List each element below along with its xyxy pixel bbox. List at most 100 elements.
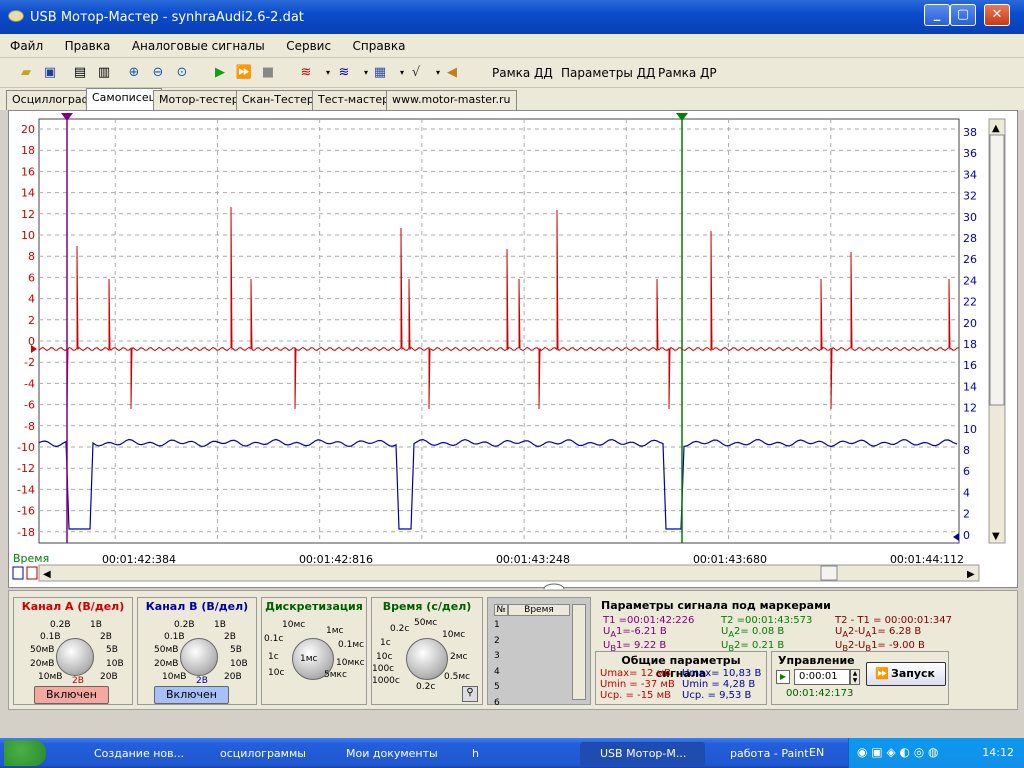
tab-scan-tester[interactable]: Скан-Тестер xyxy=(236,90,320,110)
right-tick-label: 2 xyxy=(963,508,970,521)
knob-label: 10мВ xyxy=(162,672,187,682)
channel-a-wave-icon[interactable]: ≋ xyxy=(296,63,316,83)
taskbar-item-documents[interactable]: Мои документы xyxy=(326,742,446,766)
tab-test-master[interactable]: Тест-мастер xyxy=(312,90,396,110)
knob-label: 0.2В xyxy=(50,620,71,630)
play-icon[interactable]: ▶ xyxy=(210,63,230,83)
search-icon[interactable]: ⚲ xyxy=(462,686,478,702)
zoom-dots-icon xyxy=(12,566,24,580)
channel-b-enable-button[interactable]: Включен xyxy=(154,686,229,704)
table-row[interactable]: 4 xyxy=(494,665,500,681)
calculator-icon[interactable]: ▦ xyxy=(370,63,390,83)
run-button[interactable]: ⏩ Запуск xyxy=(866,662,946,686)
knob-label: 10с xyxy=(268,668,285,678)
right-tick-label: 22 xyxy=(963,296,977,309)
save-icon[interactable]: ▣ xyxy=(40,63,60,83)
taskbar: Создание нов... осцилограммы Мои докумен… xyxy=(0,738,1024,768)
time-tick-label: 00:01:44:112 xyxy=(890,553,964,566)
tray-icons: ◉ ▣ ◈ ◐ ◎ ◍ xyxy=(857,745,939,759)
left-tick-label: 6 xyxy=(28,271,35,284)
maximize-button[interactable]: ▢ xyxy=(950,4,976,26)
minimize-button[interactable]: _ xyxy=(924,4,950,26)
tab-motor-tester[interactable]: Мотор-тестер xyxy=(153,90,245,110)
table-row[interactable]: 6 xyxy=(494,696,500,712)
start-button[interactable] xyxy=(4,740,46,766)
general-params-group: Общие параметры сигнала Umax= 12 мВ Umin… xyxy=(595,651,767,705)
close-button[interactable]: ✕ xyxy=(984,4,1010,26)
knob-label: 10В xyxy=(106,659,124,669)
taskbar-item-motor-master[interactable]: USB Мотор-М... xyxy=(580,742,705,766)
menu-analog[interactable]: Аналоговые сигналы xyxy=(132,34,265,58)
left-tick-label: -14 xyxy=(17,483,35,496)
oscilloscope-area[interactable]: 20 18 16 14 12 10 8 6 4 2 0 -2 -4 -6 -8 -10 -12 -14 -16 -18… xyxy=(8,110,1019,589)
table-row[interactable]: 5 xyxy=(494,680,500,696)
knob-label: 10мс xyxy=(282,620,306,630)
channel-b-group: Канал В (В/дел) 0.2В 1В 0.1В 2В 50мВ 5В … xyxy=(137,597,257,705)
tab-website[interactable]: www.motor-master.ru xyxy=(386,90,517,110)
stop-icon[interactable]: ■ xyxy=(258,63,278,83)
zoom-fit-icon[interactable]: ⊙ xyxy=(172,63,192,83)
knob-label: 20В xyxy=(224,672,242,682)
knob-label: 10В xyxy=(230,659,248,669)
fast-forward-icon[interactable]: ⏩ xyxy=(234,63,254,83)
taskbar-item-folder[interactable]: осцилограммы xyxy=(200,742,320,766)
knob-label: 5В xyxy=(106,645,118,655)
table-row[interactable]: 2 xyxy=(494,634,500,650)
knob-label: 20мВ xyxy=(154,659,179,669)
channel-a-scale-knob[interactable] xyxy=(56,638,94,676)
scroll-right-icon: ▶ xyxy=(967,569,975,580)
left-axis-ticks: 20181614121086420-2-4-6-8-10-12-14-16-18 xyxy=(17,123,35,539)
table-row[interactable]: 1 xyxy=(494,618,500,634)
taskbar-item-h[interactable]: h xyxy=(452,742,572,766)
params-dd-button[interactable]: Параметры ДД xyxy=(561,66,655,80)
knob-label: 0.1с xyxy=(264,634,284,644)
marker1-values: T1 =00:01:42:226 UA1=-6.21 В UB1= 9.22 В xyxy=(603,615,694,654)
tab-bar: Осциллограф Самописец Мотор-тестер Скан-… xyxy=(0,88,1024,110)
frame-dd-button[interactable]: Рамка ДД xyxy=(492,66,553,80)
time-spinner[interactable]: ▲ ▼ xyxy=(850,669,860,685)
step-play-icon[interactable]: ▶ xyxy=(776,670,790,684)
run-label: Запуск xyxy=(891,667,935,680)
knob-label: 20мВ xyxy=(30,659,55,669)
channel-b-scale-knob[interactable] xyxy=(180,638,218,676)
right-tick-label: 6 xyxy=(963,465,970,478)
menu-help[interactable]: Справка xyxy=(353,34,406,58)
channel-b-wave-icon[interactable]: ≋ xyxy=(334,63,354,83)
tab-recorder[interactable]: Самописец xyxy=(86,88,163,110)
taskbar-item-chrome[interactable]: Создание нов... xyxy=(74,742,194,766)
knob-label: 1мс xyxy=(326,626,344,636)
speaker-icon[interactable]: ◀ xyxy=(442,63,462,83)
timebase-knob[interactable] xyxy=(406,638,448,680)
knob-label: 1В xyxy=(214,620,226,630)
print-preview-icon[interactable]: ▤ xyxy=(70,63,90,83)
menu-service[interactable]: Сервис xyxy=(286,34,331,58)
table-scrollbar[interactable] xyxy=(572,604,586,700)
left-tick-label: 14 xyxy=(21,187,35,200)
menu-file[interactable]: Файл xyxy=(10,34,43,58)
knob-value: 1мс xyxy=(300,654,318,664)
print-icon[interactable]: ▥ xyxy=(94,63,114,83)
knob-label: 1000с xyxy=(372,676,400,686)
sqrt-icon[interactable]: √ xyxy=(406,63,426,83)
knob-label: 20В xyxy=(100,672,118,682)
channel-a-enable-button[interactable]: Включен xyxy=(34,686,109,704)
signal-plot[interactable]: 20181614121086420-2-4-6-8-10-12-14-16-18… xyxy=(9,111,1019,589)
menu-edit[interactable]: Правка xyxy=(65,34,111,58)
zoom-out-icon[interactable]: ⊖ xyxy=(148,63,168,83)
frame-dr-button[interactable]: Рамка ДР xyxy=(658,66,717,80)
knob-label: 10с xyxy=(376,652,393,662)
language-indicator[interactable]: EN xyxy=(809,746,824,759)
table-header-n: № xyxy=(494,604,508,616)
open-folder-icon[interactable]: ▰ xyxy=(16,63,36,83)
sampling-title: Дискретизация xyxy=(265,600,363,613)
table-row[interactable]: 3 xyxy=(494,649,500,665)
time-tick-label: 00:01:42:816 xyxy=(299,553,373,566)
ua1-value: UA1=-6.21 В xyxy=(603,626,667,639)
left-tick-label: 10 xyxy=(21,229,35,242)
left-tick-label: -2 xyxy=(24,356,35,369)
tab-oscilloscope[interactable]: Осциллограф xyxy=(6,90,98,110)
zoom-in-icon[interactable]: ⊕ xyxy=(124,63,144,83)
right-tick-label: 8 xyxy=(963,444,970,457)
control-group: Управление ▶ 0:00:01 ▲ ▼ 00:01:42:173 ⏩ За… xyxy=(771,651,949,705)
time-step-input[interactable]: 0:00:01 xyxy=(794,669,850,685)
